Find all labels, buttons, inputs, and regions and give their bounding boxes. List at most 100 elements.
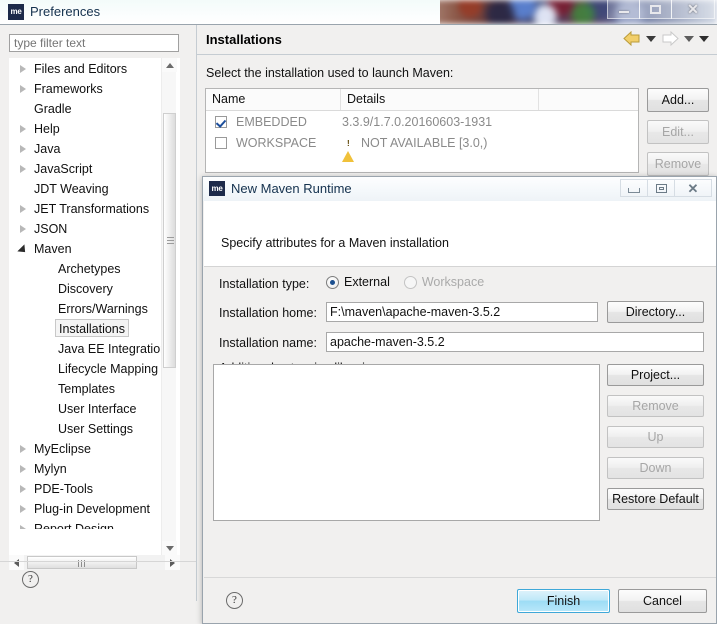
row-checkbox-cell[interactable] bbox=[206, 115, 236, 128]
radio-external[interactable] bbox=[326, 275, 339, 289]
sidebar-item-files-and-editors[interactable]: Files and Editors bbox=[10, 59, 179, 79]
sidebar-item-errors-warnings[interactable]: Errors/Warnings bbox=[10, 299, 179, 319]
sidebar-item-label: Java EE Integration bbox=[58, 342, 168, 356]
installation-name-input[interactable] bbox=[326, 332, 704, 352]
sidebar-item-mylyn[interactable]: Mylyn bbox=[10, 459, 179, 479]
minimize-icon bbox=[628, 188, 640, 193]
scroll-thumb-horizontal[interactable] bbox=[27, 556, 137, 569]
dialog-maximize-button[interactable] bbox=[647, 179, 675, 197]
back-arrow-icon[interactable] bbox=[623, 31, 641, 46]
panel-nav-icons bbox=[623, 31, 709, 46]
sidebar-item-help[interactable]: Help bbox=[10, 119, 179, 139]
column-header-details[interactable]: Details bbox=[341, 89, 539, 110]
sidebar-item-label: JET Transformations bbox=[34, 202, 150, 216]
maximize-button[interactable] bbox=[639, 0, 672, 19]
sidebar-item-report-design[interactable]: Report Design bbox=[10, 519, 179, 529]
dialog-help-button[interactable]: ? bbox=[226, 592, 243, 609]
sidebar-item-jdt-weaving[interactable]: JDT Weaving bbox=[10, 179, 179, 199]
sidebar-item-pde-tools[interactable]: PDE-Tools bbox=[10, 479, 179, 499]
sidebar-item-maven[interactable]: Maven bbox=[10, 239, 179, 259]
dialog-title: New Maven Runtime bbox=[231, 181, 352, 196]
preferences-help-button[interactable]: ? bbox=[22, 571, 39, 588]
sidebar-item-json[interactable]: JSON bbox=[10, 219, 179, 239]
scroll-up-button[interactable] bbox=[162, 58, 177, 72]
column-header-extra[interactable] bbox=[539, 89, 638, 110]
sidebar-item-gradle[interactable]: Gradle bbox=[10, 99, 179, 119]
preferences-sidebar: Files and Editors Frameworks Gradle Help Jav… bbox=[0, 25, 196, 601]
scroll-right-button[interactable] bbox=[165, 555, 180, 570]
tree-horizontal-scrollbar[interactable] bbox=[9, 555, 180, 570]
directory-button[interactable]: Directory... bbox=[607, 301, 704, 323]
chevron-right-icon[interactable] bbox=[20, 465, 26, 473]
row-checkbox-cell[interactable] bbox=[206, 136, 236, 149]
table-row[interactable]: WORKSPACE ! NOT AVAILABLE [3.0,) bbox=[206, 132, 638, 162]
sidebar-item-javascript[interactable]: JavaScript bbox=[10, 159, 179, 179]
preferences-tree[interactable]: Files and Editors Frameworks Gradle Help Jav… bbox=[9, 58, 180, 555]
dialog-close-button[interactable]: ✕ bbox=[674, 179, 712, 197]
sidebar-item-templates[interactable]: Templates bbox=[10, 379, 179, 399]
sidebar-item-java-ee-integration[interactable]: Java EE Integration bbox=[10, 339, 179, 359]
project-button[interactable]: Project... bbox=[607, 364, 704, 386]
sidebar-item-label: JDT Weaving bbox=[34, 182, 109, 196]
close-icon: ✕ bbox=[687, 1, 699, 17]
checkbox-embedded[interactable] bbox=[215, 115, 227, 128]
sidebar-item-archetypes[interactable]: Archetypes bbox=[10, 259, 179, 279]
sidebar-item-label: Discovery bbox=[58, 282, 113, 296]
chevron-right-icon[interactable] bbox=[20, 525, 26, 529]
filter-input[interactable] bbox=[9, 34, 179, 52]
sidebar-item-label: Java bbox=[34, 142, 61, 156]
scroll-left-button[interactable] bbox=[9, 555, 24, 570]
additional-libraries-list[interactable] bbox=[213, 364, 600, 521]
checkbox-workspace[interactable] bbox=[215, 136, 227, 149]
chevron-right-icon[interactable] bbox=[20, 205, 26, 213]
tree-vertical-scrollbar[interactable] bbox=[161, 58, 177, 555]
chevron-right-icon[interactable] bbox=[20, 125, 26, 133]
sidebar-item-discovery[interactable]: Discovery bbox=[10, 279, 179, 299]
installation-home-input[interactable] bbox=[326, 302, 598, 322]
installations-table[interactable]: Name Details EMBEDDED 3.3.9/1.7.0.201606… bbox=[205, 88, 639, 173]
finish-button[interactable]: Finish bbox=[517, 589, 610, 613]
dialog-minimize-button[interactable] bbox=[620, 179, 648, 197]
panel-header: Installations bbox=[197, 25, 717, 55]
sidebar-item-label: Help bbox=[34, 122, 60, 136]
dialog-window-controls: ✕ bbox=[620, 179, 712, 197]
table-row[interactable]: EMBEDDED 3.3.9/1.7.0.20160603-1931 bbox=[206, 111, 638, 132]
installation-name-label: Installation name: bbox=[219, 336, 317, 350]
cancel-button[interactable]: Cancel bbox=[618, 589, 707, 613]
sidebar-item-myeclipse[interactable]: MyEclipse bbox=[10, 439, 179, 459]
scroll-down-button[interactable] bbox=[162, 541, 177, 555]
chevron-right-icon[interactable] bbox=[20, 65, 26, 73]
sidebar-item-user-interface[interactable]: User Interface bbox=[10, 399, 179, 419]
chevron-right-icon[interactable] bbox=[20, 445, 26, 453]
chevron-right-icon[interactable] bbox=[20, 485, 26, 493]
sidebar-item-plug-in-development[interactable]: Plug-in Development bbox=[10, 499, 179, 519]
sidebar-item-jet-transformations[interactable]: JET Transformations bbox=[10, 199, 179, 219]
view-menu-chevron-down-icon[interactable] bbox=[699, 35, 709, 42]
sidebar-item-label: Lifecycle Mapping bbox=[58, 362, 159, 376]
triangle-left-icon bbox=[14, 558, 19, 567]
close-button[interactable]: ✕ bbox=[671, 0, 715, 19]
restore-default-button[interactable]: Restore Default bbox=[607, 488, 704, 510]
column-header-name[interactable]: Name bbox=[206, 89, 341, 110]
scroll-grip-icon bbox=[167, 236, 174, 245]
chevron-right-icon[interactable] bbox=[20, 165, 26, 173]
add-button[interactable]: Add... bbox=[647, 88, 709, 112]
maximize-icon bbox=[655, 183, 667, 193]
sidebar-item-label: Maven bbox=[34, 242, 72, 256]
chevron-right-icon[interactable] bbox=[20, 505, 26, 513]
sidebar-item-frameworks[interactable]: Frameworks bbox=[10, 79, 179, 99]
sidebar-item-label: Frameworks bbox=[34, 82, 103, 96]
chevron-right-icon[interactable] bbox=[20, 145, 26, 153]
chevron-down-icon[interactable] bbox=[17, 244, 29, 256]
sidebar-item-java[interactable]: Java bbox=[10, 139, 179, 159]
sidebar-item-installations[interactable]: Installations bbox=[10, 319, 179, 339]
scroll-thumb-vertical[interactable] bbox=[163, 113, 176, 368]
minimize-button[interactable] bbox=[607, 0, 640, 19]
forward-history-chevron-down-icon[interactable] bbox=[684, 35, 694, 42]
chevron-right-icon[interactable] bbox=[20, 85, 26, 93]
chevron-right-icon[interactable] bbox=[20, 225, 26, 233]
sidebar-item-user-settings[interactable]: User Settings bbox=[10, 419, 179, 439]
radio-external-label[interactable]: External bbox=[344, 275, 390, 289]
back-history-chevron-down-icon[interactable] bbox=[646, 35, 656, 42]
sidebar-item-lifecycle-mapping[interactable]: Lifecycle Mapping bbox=[10, 359, 179, 379]
